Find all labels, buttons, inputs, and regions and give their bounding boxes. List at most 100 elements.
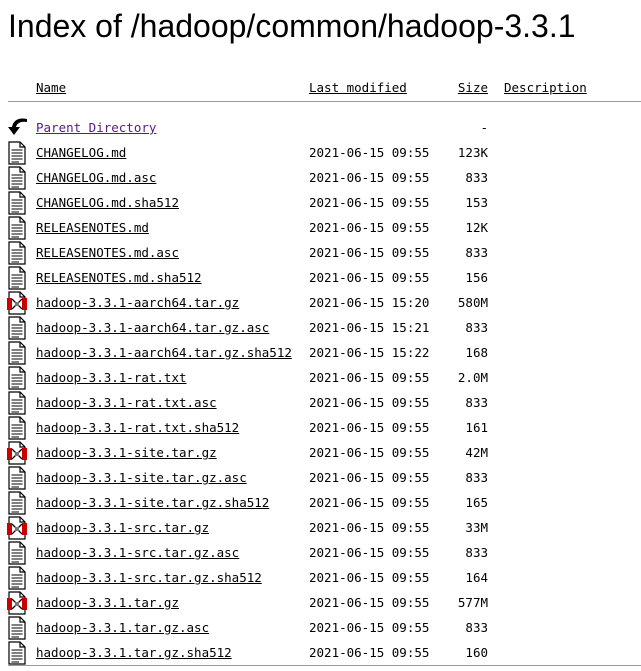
text-file-icon (6, 566, 28, 590)
text-file-icon (6, 141, 28, 165)
file-link[interactable]: hadoop-3.3.1.tar.gz.sha512 (36, 640, 232, 665)
text-file-icon (6, 191, 28, 215)
compressed-file-icon (6, 516, 28, 540)
file-link[interactable]: hadoop-3.3.1-site.tar.gz.sha512 (36, 490, 269, 515)
file-link[interactable]: CHANGELOG.md.sha512 (36, 190, 179, 215)
last-modified-value: 2021-06-15 09:55 (309, 470, 430, 485)
last-modified-value: 2021-06-15 09:55 (309, 445, 430, 460)
file-row: hadoop-3.3.1.tar.gz.sha512 2021-06-15 09:… (0, 640, 641, 665)
size-value: 12K (465, 220, 488, 235)
size-value: 161 (465, 420, 488, 435)
file-row: hadoop-3.3.1-aarch64.tar.gz 2021-06-15 15… (0, 290, 641, 315)
last-modified-value: 2021-06-15 09:55 (309, 570, 430, 585)
size-value: 33M (465, 520, 488, 535)
file-link[interactable]: CHANGELOG.md.asc (36, 165, 156, 190)
size-value: 833 (465, 470, 488, 485)
last-modified-value: 2021-06-15 09:55 (309, 220, 430, 235)
file-link[interactable]: hadoop-3.3.1-src.tar.gz.sha512 (36, 565, 262, 590)
last-modified-value: 2021-06-15 09:55 (309, 545, 430, 560)
last-modified-value: 2021-06-15 09:55 (309, 595, 430, 610)
last-modified-value: 2021-06-15 09:55 (309, 245, 430, 260)
last-modified-value: 2021-06-15 09:55 (309, 620, 430, 635)
last-modified-value: 2021-06-15 09:55 (309, 520, 430, 535)
size-value: 153 (465, 195, 488, 210)
size-value: 833 (465, 245, 488, 260)
file-link[interactable]: hadoop-3.3.1-site.tar.gz (36, 440, 217, 465)
file-row: hadoop-3.3.1-site.tar.gz 2021-06-15 09:55… (0, 440, 641, 465)
size-value: 577M (457, 595, 488, 610)
file-row: hadoop-3.3.1-rat.txt 2021-06-15 09:55 2.0M (0, 365, 641, 390)
sort-by-description-link[interactable]: Description (504, 75, 587, 100)
size-value: 156 (465, 270, 488, 285)
last-modified-value: 2021-06-15 15:20 (309, 295, 430, 310)
size-value: - (480, 120, 488, 135)
file-link[interactable]: RELEASENOTES.md.sha512 (36, 265, 202, 290)
file-link[interactable]: hadoop-3.3.1-aarch64.tar.gz (36, 290, 239, 315)
compressed-file-icon (6, 291, 28, 315)
size-value: 42M (465, 445, 488, 460)
text-file-icon (6, 316, 28, 340)
file-link[interactable]: RELEASENOTES.md.asc (36, 240, 179, 265)
size-value: 580M (457, 295, 488, 310)
text-file-icon (6, 491, 28, 515)
file-link[interactable]: hadoop-3.3.1-rat.txt.asc (36, 390, 217, 415)
last-modified-value: 2021-06-15 15:22 (309, 345, 430, 360)
parent-directory-link[interactable]: Parent Directory (36, 115, 156, 140)
file-link[interactable]: hadoop-3.3.1-rat.txt.sha512 (36, 415, 239, 440)
file-row: RELEASENOTES.md.asc 2021-06-15 09:55 833 (0, 240, 641, 265)
file-row: hadoop-3.3.1-src.tar.gz.sha512 2021-06-15… (0, 565, 641, 590)
text-file-icon (6, 366, 28, 390)
header-divider (8, 101, 641, 102)
footer-divider (8, 665, 641, 666)
file-link[interactable]: hadoop-3.3.1.tar.gz (36, 590, 179, 615)
file-link[interactable]: hadoop-3.3.1.tar.gz.asc (36, 615, 209, 640)
file-link[interactable]: hadoop-3.3.1-rat.txt (36, 365, 187, 390)
file-row: hadoop-3.3.1-aarch64.tar.gz.sha512 2021-0… (0, 340, 641, 365)
last-modified-value: 2021-06-15 09:55 (309, 270, 430, 285)
file-row: hadoop-3.3.1-site.tar.gz.sha512 2021-06-1… (0, 490, 641, 515)
last-modified-value: 2021-06-15 09:55 (309, 195, 430, 210)
file-link[interactable]: hadoop-3.3.1-site.tar.gz.asc (36, 465, 247, 490)
text-file-icon (6, 241, 28, 265)
file-link[interactable]: hadoop-3.3.1-src.tar.gz.asc (36, 540, 239, 565)
file-row: hadoop-3.3.1-rat.txt.asc 2021-06-15 09:55… (0, 390, 641, 415)
last-modified-value: 2021-06-15 09:55 (309, 145, 430, 160)
file-link[interactable]: RELEASENOTES.md (36, 215, 149, 240)
text-file-icon (6, 641, 28, 665)
compressed-file-icon (6, 591, 28, 615)
text-file-icon (6, 391, 28, 415)
back-arrow-icon (6, 116, 28, 140)
size-value: 165 (465, 495, 488, 510)
text-file-icon (6, 616, 28, 640)
file-row: CHANGELOG.md.sha512 2021-06-15 09:55 153 (0, 190, 641, 215)
text-file-icon (6, 341, 28, 365)
file-row: hadoop-3.3.1.tar.gz 2021-06-15 09:55 577M (0, 590, 641, 615)
last-modified-value: 2021-06-15 09:55 (309, 395, 430, 410)
column-header-row: Name Last modified Size Description (0, 75, 641, 100)
file-row: hadoop-3.3.1.tar.gz.asc 2021-06-15 09:55 8… (0, 615, 641, 640)
file-link[interactable]: CHANGELOG.md (36, 140, 126, 165)
last-modified-value: 2021-06-15 09:55 (309, 645, 430, 660)
parent-directory-row: Parent Directory - (0, 115, 641, 140)
size-value: 2.0M (457, 370, 488, 385)
sort-by-name-link[interactable]: Name (36, 75, 66, 100)
text-file-icon (6, 541, 28, 565)
file-link[interactable]: hadoop-3.3.1-aarch64.tar.gz.asc (36, 315, 269, 340)
size-value: 833 (465, 545, 488, 560)
file-link[interactable]: hadoop-3.3.1-src.tar.gz (36, 515, 209, 540)
file-row: hadoop-3.3.1-rat.txt.sha512 2021-06-15 09… (0, 415, 641, 440)
last-modified-value: 2021-06-15 09:55 (309, 495, 430, 510)
text-file-icon (6, 416, 28, 440)
sort-by-last-modified-link[interactable]: Last modified (309, 75, 407, 100)
file-row: hadoop-3.3.1-site.tar.gz.asc 2021-06-15 0… (0, 465, 641, 490)
text-file-icon (6, 266, 28, 290)
size-value: 833 (465, 320, 488, 335)
sort-by-size-link[interactable]: Size (440, 75, 488, 100)
file-row: CHANGELOG.md.asc 2021-06-15 09:55 833 (0, 165, 641, 190)
file-row: hadoop-3.3.1-src.tar.gz.asc 2021-06-15 09… (0, 540, 641, 565)
size-value: 833 (465, 170, 488, 185)
size-value: 123K (457, 145, 488, 160)
file-row: hadoop-3.3.1-src.tar.gz 2021-06-15 09:55 3… (0, 515, 641, 540)
file-row: hadoop-3.3.1-aarch64.tar.gz.asc 2021-06-1… (0, 315, 641, 340)
file-link[interactable]: hadoop-3.3.1-aarch64.tar.gz.sha512 (36, 340, 292, 365)
